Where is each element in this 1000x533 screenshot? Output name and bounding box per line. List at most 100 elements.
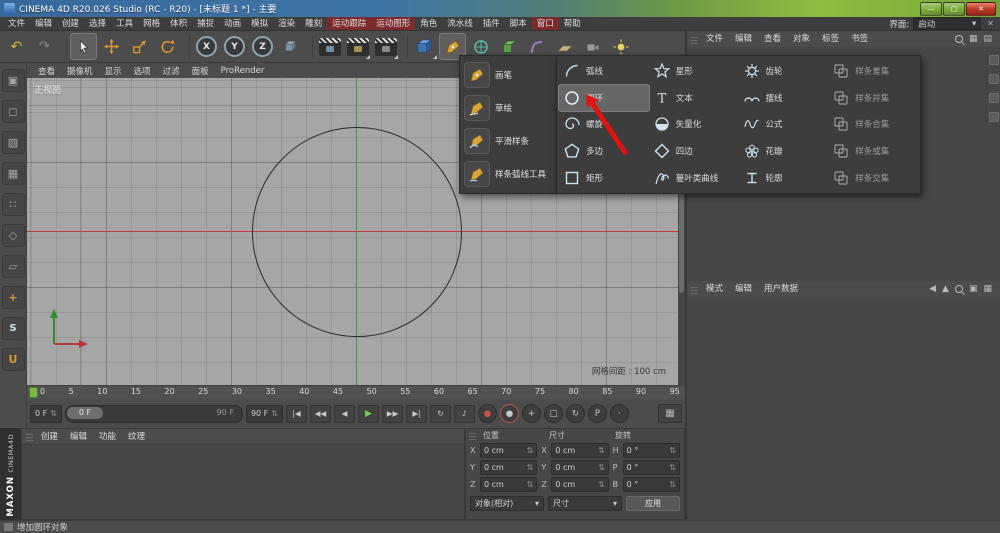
vp-menu-view[interactable]: 查看 xyxy=(32,65,61,77)
minimize-button[interactable]: — xyxy=(920,2,942,16)
material-list[interactable] xyxy=(22,445,464,520)
dock-tab-icon[interactable] xyxy=(989,112,999,122)
am-menu-edit[interactable]: 编辑 xyxy=(729,282,758,296)
lock-x-axis-button[interactable]: X xyxy=(193,33,220,60)
record-keyframe-button[interactable]: ● xyxy=(478,404,497,423)
spline-cissoid-item[interactable]: 蔓叶类曲线 xyxy=(649,164,739,191)
render-to-picture-viewer-button[interactable] xyxy=(344,33,371,60)
keyframe-selection-button[interactable]: ▦ xyxy=(658,404,682,423)
material-menu-edit[interactable]: 编辑 xyxy=(64,430,93,444)
history-back-icon[interactable]: ◀ xyxy=(929,284,936,294)
menu-help[interactable]: 帮助 xyxy=(559,17,586,30)
spline-flower-item[interactable]: 花瓣 xyxy=(739,138,829,165)
edit-render-settings-button[interactable] xyxy=(372,33,399,60)
am-menu-userdata[interactable]: 用户数据 xyxy=(758,282,804,296)
spline-difference-item[interactable]: 样条差集 xyxy=(828,58,918,85)
spline-smooth-tool-item[interactable]: 平滑样条 xyxy=(462,124,554,157)
rot-p-field[interactable]: 0 °⇅ xyxy=(623,460,680,475)
size-z-field[interactable]: 0 cm⇅ xyxy=(551,477,608,492)
spinner-arrows-icon[interactable]: ⇅ xyxy=(271,409,278,418)
spline-intersect-item[interactable]: 样条交集 xyxy=(828,164,918,191)
panel-grip-icon[interactable] xyxy=(26,432,33,441)
vp-menu-prorender[interactable]: ProRender xyxy=(215,66,271,76)
spline-cycloid-item[interactable]: 摆线 xyxy=(739,85,829,112)
enable-axis-button[interactable]: + xyxy=(2,286,25,309)
spline-or-item[interactable]: 样条或集 xyxy=(828,138,918,165)
material-menu-texture[interactable]: 纹理 xyxy=(122,430,151,444)
panel-grid-icon[interactable]: ▦ xyxy=(983,284,992,294)
menu-edit[interactable]: 编辑 xyxy=(30,17,57,30)
current-frame-marker[interactable] xyxy=(29,387,38,398)
menu-mesh[interactable]: 网格 xyxy=(138,17,165,30)
prev-key-button[interactable]: ◀◀ xyxy=(310,405,331,423)
coordinate-system-button[interactable] xyxy=(277,33,304,60)
record-rotation-button[interactable]: ↻ xyxy=(566,404,585,423)
menu-sculpt[interactable]: 雕刻 xyxy=(300,17,327,30)
spinner-arrows-icon[interactable]: ⇅ xyxy=(50,409,57,418)
maximize-button[interactable]: ▢ xyxy=(943,2,965,16)
menu-pipeline[interactable]: 流水线 xyxy=(442,17,478,30)
scale-tool-button[interactable] xyxy=(126,33,153,60)
range-slider-handle[interactable]: 0 F xyxy=(67,407,103,419)
vp-menu-panel[interactable]: 面板 xyxy=(186,65,215,77)
om-menu-tags[interactable]: 标签 xyxy=(816,32,845,46)
vp-menu-options[interactable]: 选项 xyxy=(128,65,157,77)
spline-vectorizer-item[interactable]: 矢量化 xyxy=(649,111,739,138)
menu-render[interactable]: 渲染 xyxy=(273,17,300,30)
next-key-button[interactable]: ▶▶ xyxy=(382,405,403,423)
lock-y-axis-button[interactable]: Y xyxy=(221,33,248,60)
edges-mode-button[interactable]: ◇ xyxy=(2,224,25,247)
size-y-field[interactable]: 0 cm⇅ xyxy=(551,460,608,475)
om-menu-edit[interactable]: 编辑 xyxy=(729,32,758,46)
menu-plugins[interactable]: 插件 xyxy=(478,17,505,30)
am-menu-mode[interactable]: 模式 xyxy=(700,282,729,296)
rot-h-field[interactable]: 0 °⇅ xyxy=(623,443,680,458)
texture-mode-button[interactable]: ▨ xyxy=(2,131,25,154)
make-editable-button[interactable]: ▣ xyxy=(2,69,25,92)
om-menu-bookmarks[interactable]: 书签 xyxy=(845,32,874,46)
interface-dropdown[interactable]: 启动 ▾ xyxy=(913,17,981,30)
menu-volume[interactable]: 体积 xyxy=(165,17,192,30)
timeline-ruler[interactable]: 0 5 10 15 20 25 30 35 40 45 50 55 60 65 … xyxy=(27,385,685,399)
size-mode-dropdown[interactable]: 尺寸▾ xyxy=(548,496,622,511)
om-menu-file[interactable]: 文件 xyxy=(700,32,729,46)
add-cube-button[interactable] xyxy=(411,33,438,60)
menu-mograph[interactable]: 运动图形 xyxy=(371,17,415,30)
search-icon[interactable] xyxy=(955,285,963,293)
pos-x-field[interactable]: 0 cm⇅ xyxy=(480,443,537,458)
size-x-field[interactable]: 0 cm⇅ xyxy=(551,443,608,458)
spline-profile-item[interactable]: 轮廓 xyxy=(739,164,829,191)
dock-tab-icon[interactable] xyxy=(989,74,999,84)
move-tool-button[interactable] xyxy=(98,33,125,60)
menu-animate[interactable]: 动画 xyxy=(219,17,246,30)
pen-tool-item[interactable]: 画笔 xyxy=(462,58,554,91)
menu-character[interactable]: 角色 xyxy=(415,17,442,30)
render-view-button[interactable] xyxy=(316,33,343,60)
redo-button[interactable]: ↷ xyxy=(31,33,58,60)
goto-start-button[interactable]: |◀ xyxy=(286,405,307,423)
live-selection-button[interactable] xyxy=(70,33,97,60)
enable-snap-button[interactable]: U xyxy=(2,348,25,371)
viewport-solo-button[interactable]: S xyxy=(2,317,25,340)
panel-grip-icon[interactable] xyxy=(691,35,698,44)
vp-menu-display[interactable]: 显示 xyxy=(99,65,128,77)
menu-create[interactable]: 创建 xyxy=(57,17,84,30)
lock-icon[interactable]: ▣ xyxy=(969,284,978,294)
goto-end-button[interactable]: ▶| xyxy=(406,405,427,423)
sound-button[interactable]: ♪ xyxy=(454,405,475,423)
undo-button[interactable]: ↶ xyxy=(3,33,30,60)
menu-window[interactable]: 窗口 xyxy=(532,17,559,30)
workplane-mode-button[interactable]: ▦ xyxy=(2,162,25,185)
om-menu-view[interactable]: 查看 xyxy=(758,32,787,46)
current-frame-field[interactable]: 0 F ⇅ xyxy=(30,405,62,423)
menu-motion-tracker[interactable]: 运动跟踪 xyxy=(327,17,371,30)
spline-union-item[interactable]: 样条并集 xyxy=(828,85,918,112)
play-button[interactable]: ▶ xyxy=(358,405,379,423)
scrollbar-handle[interactable] xyxy=(679,182,684,293)
panel-grip-icon[interactable] xyxy=(691,285,698,294)
spline-star-item[interactable]: 星形 xyxy=(649,58,739,85)
apply-button[interactable]: 应用 xyxy=(626,496,680,511)
sketch-tool-item[interactable]: 草绘 xyxy=(462,91,554,124)
spline-arc-tool-item[interactable]: 样条弧线工具 xyxy=(462,157,554,190)
timeline-range-slider[interactable]: 0 F 90 F xyxy=(65,405,243,423)
